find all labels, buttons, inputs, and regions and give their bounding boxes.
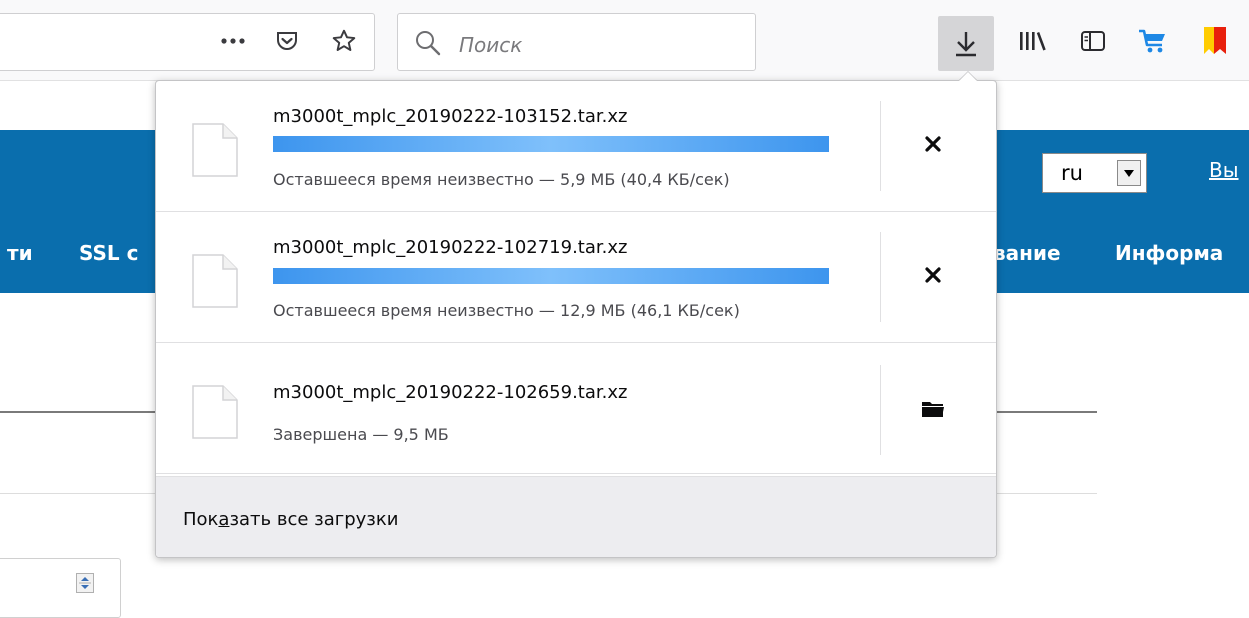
dropdown-arrow[interactable] [1117, 160, 1141, 186]
spinner-arrows-icon [79, 577, 91, 589]
pocket-button[interactable] [268, 22, 306, 60]
download-item[interactable]: m3000t_mplc_20190222-103152.tar.xz Остав… [156, 81, 996, 212]
bookmark-star-button[interactable] [325, 22, 363, 60]
nav-item-info[interactable]: Информа [1115, 241, 1223, 265]
bookmark-flag-button[interactable] [1196, 22, 1234, 60]
download-item[interactable]: m3000t_mplc_20190222-102659.tar.xz Завер… [156, 343, 996, 474]
file-icon [192, 385, 238, 439]
close-icon [925, 136, 941, 152]
library-icon [1020, 32, 1046, 51]
download-progress-bar [273, 136, 829, 152]
cancel-download-button[interactable] [908, 119, 958, 169]
library-button[interactable] [1014, 22, 1052, 60]
page-actions-button[interactable] [214, 22, 252, 60]
number-input[interactable] [0, 558, 121, 618]
accesskey-letter: а [218, 509, 230, 530]
item-separator [880, 365, 881, 455]
download-item[interactable]: m3000t_mplc_20190222-102719.tar.xz Остав… [156, 212, 996, 343]
spinner-control[interactable] [76, 573, 94, 593]
header-link[interactable]: Вы [1209, 158, 1239, 182]
folder-icon [922, 402, 944, 417]
label-part: Пок [183, 509, 219, 530]
search-placeholder: Поиск [459, 33, 523, 57]
language-value: ru [1061, 161, 1083, 185]
nav-item-ssl[interactable]: SSL с [79, 241, 138, 265]
download-status: Оставшееся время неизвестно — 5,9 МБ (40… [273, 170, 730, 189]
label-part: зать все загрузки [229, 509, 399, 530]
pocket-icon [277, 32, 297, 50]
nav-item[interactable]: вание [993, 241, 1061, 265]
show-all-downloads-label: Показать все загрузки [183, 509, 398, 530]
show-in-folder-button[interactable] [908, 384, 958, 434]
download-status: Завершена — 9,5 МБ [273, 425, 449, 444]
download-filename: m3000t_mplc_20190222-103152.tar.xz [273, 106, 628, 127]
sidebar-icon [1081, 31, 1105, 51]
download-filename: m3000t_mplc_20190222-102719.tar.xz [273, 237, 628, 258]
search-icon [416, 31, 441, 56]
browser-toolbar: Поиск [0, 0, 1249, 81]
show-all-downloads-button[interactable]: Показать все загрузки [156, 476, 996, 557]
sidebar-button[interactable] [1074, 22, 1112, 60]
cancel-download-button[interactable] [908, 250, 958, 300]
download-progress-bar [273, 268, 829, 284]
bookmark-flag-icon [1204, 27, 1226, 54]
item-separator [880, 232, 881, 322]
downloads-panel: m3000t_mplc_20190222-103152.tar.xz Остав… [155, 80, 997, 558]
download-arrow-icon [956, 31, 976, 56]
shopping-cart-icon [1139, 29, 1165, 53]
star-icon [332, 29, 356, 51]
language-select[interactable]: ru [1042, 153, 1147, 193]
download-filename: m3000t_mplc_20190222-102659.tar.xz [273, 382, 628, 403]
panel-arrow-fill [959, 72, 977, 81]
file-icon [192, 254, 238, 308]
chevron-down-icon [1124, 169, 1134, 177]
url-bar[interactable] [0, 13, 375, 71]
nav-item[interactable]: ти [7, 241, 33, 265]
shopping-cart-button[interactable] [1134, 22, 1172, 60]
item-separator [880, 101, 881, 191]
downloads-button[interactable] [938, 16, 994, 71]
download-status: Оставшееся время неизвестно — 12,9 МБ (4… [273, 301, 740, 320]
close-icon [925, 267, 941, 283]
search-box[interactable]: Поиск [397, 13, 756, 71]
more-dots-icon [221, 38, 245, 44]
file-icon [192, 123, 238, 177]
